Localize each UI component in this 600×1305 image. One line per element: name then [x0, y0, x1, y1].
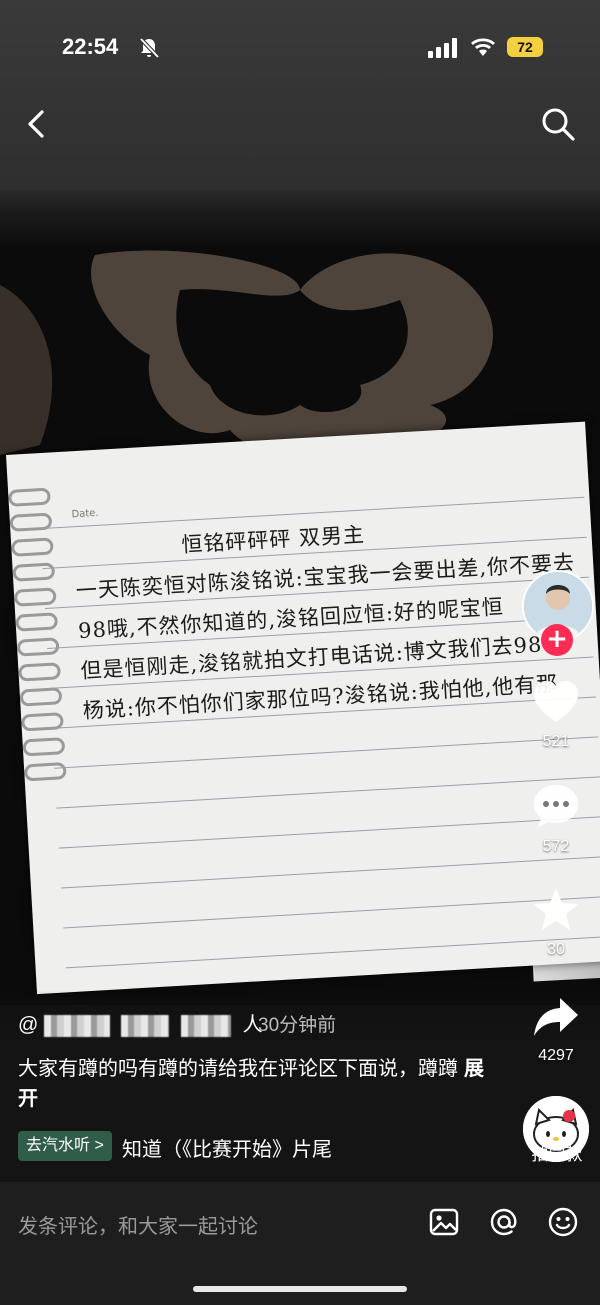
- notebook-page: Date. 恒铭砰砰砰 双男主 一天陈奕恒对陈浚铭说:宝宝我一会要出差,你不要去…: [6, 421, 600, 995]
- blurred-username: [43, 1014, 110, 1037]
- search-icon[interactable]: [538, 104, 578, 144]
- ruled-line: [60, 856, 600, 889]
- status-time: 22:54: [62, 34, 119, 59]
- battery-indicator: 72: [507, 37, 543, 57]
- spiral-ring: [19, 687, 63, 707]
- comment-count: 572: [542, 838, 570, 855]
- note-title: 恒铭砰砰砰 双男主: [180, 522, 366, 558]
- spiral-ring: [20, 712, 64, 732]
- note-date-label: Date.: [71, 507, 99, 521]
- spiral-ring: [15, 612, 59, 632]
- emoji-icon[interactable]: [547, 1206, 579, 1238]
- ruled-line: [58, 816, 600, 849]
- share-arrow-icon: [534, 998, 578, 1036]
- post-time: 30分钟前: [258, 1015, 337, 1036]
- comment-bubble-icon: [534, 785, 578, 827]
- home-indicator: [193, 1286, 407, 1292]
- open-in-music-app-chip[interactable]: 去汽水听 >: [18, 1131, 112, 1161]
- mention-icon[interactable]: [488, 1206, 520, 1238]
- spiral-ring: [13, 587, 57, 607]
- comment-bar: 发条评论，和大家一起讨论: [0, 1182, 600, 1305]
- like-button[interactable]: 521: [520, 680, 592, 751]
- video-table-edge: [0, 190, 600, 250]
- video-caption: 大家有蹲的吗有蹲的请给我在评论区下面说，蹲蹲 展开: [18, 1054, 488, 1114]
- share-count: 4297: [538, 1047, 574, 1064]
- spiral-ring: [9, 512, 53, 532]
- spiral-ring: [23, 762, 67, 782]
- spiral-ring: [18, 662, 61, 682]
- favorite-button[interactable]: 30: [520, 886, 592, 959]
- spiral-ring: [10, 537, 54, 557]
- favorite-count: 30: [547, 941, 565, 958]
- like-count: 521: [542, 733, 570, 750]
- same-style-label: 拍同款: [531, 1145, 583, 1164]
- caption-text: 大家有蹲的吗有蹲的请给我在评论区下面说，蹲蹲: [18, 1058, 458, 1080]
- star-icon: [534, 888, 578, 930]
- comment-input[interactable]: 发条评论，和大家一起讨论: [18, 1210, 258, 1239]
- spiral-ring: [8, 487, 51, 507]
- back-button[interactable]: [18, 104, 54, 144]
- heart-icon: [534, 681, 578, 722]
- blurred-username: [121, 1014, 170, 1037]
- author-name[interactable]: @ 人: [18, 1008, 263, 1037]
- spiral-ring: [12, 562, 56, 582]
- ruled-line: [54, 736, 599, 769]
- ruled-line: [56, 776, 600, 809]
- music-title[interactable]: 知道（《比赛开始》片尾: [122, 1133, 332, 1162]
- blurred-username: [181, 1014, 231, 1037]
- follow-button[interactable]: +: [541, 624, 573, 656]
- video-player-screen[interactable]: Date. 恒铭砰砰砰 双男主 一天陈奕恒对陈浚铭说:宝宝我一会要出差,你不要去…: [0, 0, 600, 1305]
- share-button[interactable]: 4297: [520, 996, 592, 1065]
- video-background-top: [0, 0, 600, 200]
- spiral-ring: [22, 737, 66, 757]
- cellular-signal-icon: [428, 38, 457, 58]
- image-icon[interactable]: [428, 1206, 460, 1238]
- bell-mute-icon: [139, 37, 160, 59]
- comment-button[interactable]: 572: [520, 783, 592, 856]
- at-symbol-icon: @: [18, 1014, 39, 1036]
- wifi-icon: [471, 38, 495, 56]
